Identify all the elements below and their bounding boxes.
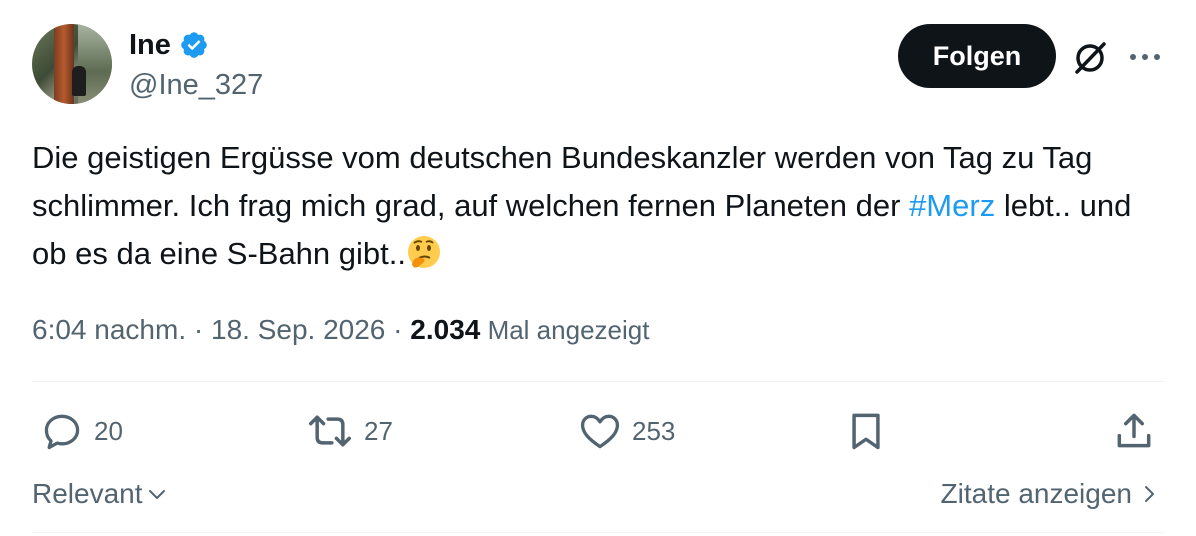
author-name-row: Ine: [129, 26, 209, 64]
reply-count: 20: [94, 415, 123, 446]
tweet-card: Ine @Ine_327 Folgen Die geistigen Ergüss…: [0, 0, 1196, 536]
verified-badge-icon[interactable]: [179, 30, 209, 60]
view-quotes-link[interactable]: Zitate anzeigen: [941, 474, 1158, 514]
sort-replies-dropdown[interactable]: Relevant: [32, 474, 169, 514]
divider-bottom: [32, 532, 1164, 533]
share-button[interactable]: [1112, 406, 1156, 456]
tweet-text: Die geistigen Ergüsse vom deutschen Bund…: [32, 134, 1172, 278]
divider-top: [32, 381, 1164, 382]
views-label: Mal angezeigt: [480, 315, 650, 345]
heart-icon: [580, 414, 620, 449]
share-icon: [1117, 413, 1151, 448]
bookmark-button[interactable]: [844, 406, 888, 456]
bookmark-icon: [852, 413, 880, 450]
tweet-time[interactable]: 6:04 nachm.: [32, 314, 186, 345]
author-handle[interactable]: @Ine_327: [129, 66, 263, 104]
tweet-meta: 6:04 nachm. · 18. Sep. 2026 · 2.034 Mal …: [32, 310, 649, 350]
follow-button[interactable]: Folgen: [898, 24, 1056, 88]
meta-separator: ·: [186, 314, 211, 345]
like-count: 253: [632, 415, 676, 446]
retweet-button[interactable]: 27: [306, 406, 393, 456]
sort-label: Relevant: [32, 478, 143, 509]
avatar-figure: [72, 66, 86, 96]
reply-icon: [44, 414, 80, 450]
more-options-icon[interactable]: [1128, 42, 1162, 72]
retweet-count: 27: [364, 415, 393, 446]
like-button[interactable]: 253: [578, 406, 675, 456]
chevron-down-icon: [148, 490, 165, 499]
retweet-icon: [309, 415, 351, 447]
views-count: 2.034: [410, 314, 481, 345]
quotes-label: Zitate anzeigen: [940, 478, 1132, 509]
hashtag-link[interactable]: #Merz: [909, 188, 995, 223]
chevron-right-icon: [1145, 486, 1154, 502]
author-display-name[interactable]: Ine: [129, 26, 171, 64]
meta-separator: ·: [385, 314, 411, 345]
avatar[interactable]: [32, 24, 112, 104]
avatar-tree-trunk: [54, 24, 74, 104]
reply-button[interactable]: 20: [40, 406, 123, 456]
tweet-date[interactable]: 18. Sep. 2026: [211, 314, 385, 345]
thinking-face-emoji: [406, 234, 442, 270]
grok-icon[interactable]: [1070, 38, 1110, 78]
